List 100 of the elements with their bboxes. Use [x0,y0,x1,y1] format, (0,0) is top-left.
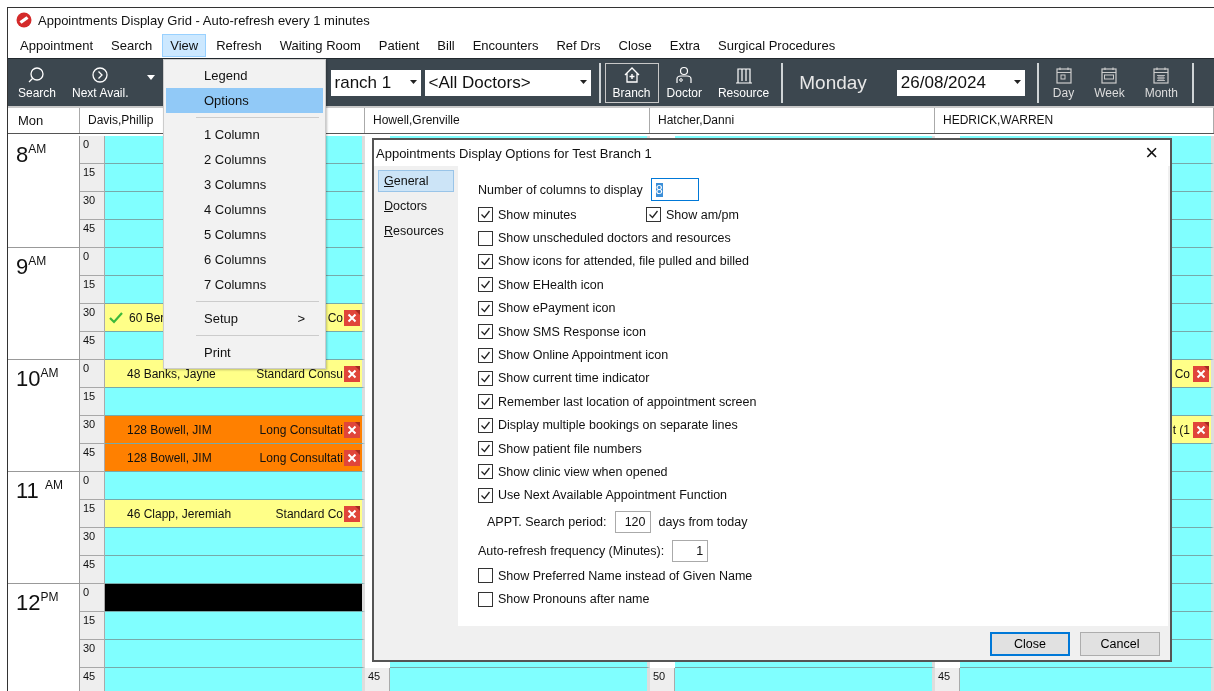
dialog-title: Appointments Display Options for Test Branch 1 [376,145,652,161]
menu-item[interactable]: Refresh [208,33,270,57]
minute-label: 0 [80,472,105,500]
minute-label: 45 [935,668,960,691]
menu-option[interactable]: Setup > [166,306,323,331]
minute-label: 15 [80,388,105,416]
appointment-slot[interactable]: 46 Clapp, Jeremiah Standard Co [105,500,365,528]
checkbox-label: Remember last location of appointment screen [498,394,757,409]
window-title: Appointments Display Grid - Auto-refresh every 1 minutes [38,12,370,28]
checkbox-label: Use Next Available Appointment Function [498,488,728,503]
appointment-type: Co [327,310,343,325]
patient-name: 60 Ber [129,310,165,325]
toolbar-button[interactable]: Branch [604,62,659,103]
menu-item[interactable]: Search [103,33,161,57]
checkbox-label: Show icons for attended, file pulled and billed [498,254,749,269]
menu-item[interactable]: Ref Drs [548,33,609,57]
minute-label: 0 [80,584,105,612]
checkbox-label: Show Pronouns after name [498,592,650,607]
dropdown[interactable]: ranch 1 [330,69,421,96]
minute-label: 15 [80,164,105,192]
column-header: Howell,Grenville [365,108,650,133]
dropdown[interactable]: <All Doctors> [424,69,591,96]
appointment-type: Standard Co [275,506,343,521]
column-header: HEDRICK,WARREN [935,108,1214,133]
field-label: Auto-refresh frequency (Minutes): [478,543,665,558]
menu-option[interactable]: 5 Columns [166,222,323,247]
checkbox-label: Show minutes [498,207,577,222]
number-field[interactable]: 1 [672,539,709,562]
nav-tab[interactable]: General [378,170,454,192]
patient-name: 128 Bowell, JIM [127,422,212,437]
field-label: APPT. Search period: [487,515,607,530]
checkbox-label: Show patient file numbers [498,441,642,456]
menu-option[interactable]: 6 Columns [166,247,323,272]
menu-item[interactable]: Patient [370,33,428,57]
toolbar-button[interactable]: Week [1084,62,1135,103]
menu-option[interactable]: 4 Columns [166,197,323,222]
checkbox-label: Show clinic view when opened [498,465,668,479]
field-label: Number of columns to display [478,182,643,197]
checkbox-label: Show Online Appointment icon [498,348,669,363]
checkbox-label: Show ePayment icon [498,301,616,316]
dialog-button[interactable]: Cancel [1080,632,1160,656]
dropdown[interactable]: 26/08/2024 [896,69,1025,96]
dialog-button[interactable]: Close [990,632,1070,656]
minute-label: 30 [80,416,105,444]
checkbox-label: Show EHealth icon [498,277,604,292]
menu-item[interactable]: Waiting Room [271,33,369,57]
appointment-slot[interactable]: 128 Bowell, JIM Long Consultati [105,444,365,472]
menu-item[interactable]: Surgical Procedures [710,33,844,57]
close-button[interactable]: × [1139,142,1164,164]
menu-option[interactable]: 2 Columns [166,147,323,172]
minute-label: 30 [80,528,105,556]
appointment-type: Standard Consu [256,366,343,381]
minute-label: 0 [80,136,105,164]
checkbox-label: Show current time indicator [498,371,650,386]
menu-item[interactable]: Appointment [12,33,101,57]
checkbox-label: Show Preferred Name instead of Given Name [498,568,753,583]
menu-option[interactable]: Options [166,88,323,113]
checkbox-label: Show SMS Response icon [498,324,646,339]
appointment-type: t (1 [1172,422,1190,437]
toolbar-button[interactable]: Doctor [658,62,710,103]
menu-item[interactable]: Extra [661,33,709,57]
menu-option[interactable]: 3 Columns [166,172,323,197]
toolbar-button[interactable]: Next Avail. [64,62,137,103]
column-header: Mon [8,108,80,133]
minute-label: 0 [80,360,105,388]
toolbar-button[interactable]: Search [10,62,65,103]
minute-label: 50 [650,668,675,691]
appointment-slot[interactable]: 128 Bowell, JIM Long Consultati [105,416,365,444]
minute-label: 45 [80,444,105,472]
field-label: days from today [658,515,748,530]
toolbar-button[interactable]: Month [1134,62,1189,103]
checkbox-label: Show unscheduled doctors and resources [498,231,731,246]
checkbox-label: Show am/pm [666,207,739,222]
patient-name: 48 Banks, Jayne [127,366,216,381]
menu-item[interactable]: Encounters [464,33,547,57]
minute-label: 45 [80,220,105,248]
minute-label: 45 [80,332,105,360]
minute-label: 45 [80,556,105,584]
number-field[interactable]: 120 [614,511,651,534]
toolbar-button[interactable]: Day [1042,62,1085,103]
menu-item[interactable]: Close [610,33,660,57]
minute-label: 45 [365,668,390,691]
minute-label: 45 [80,668,105,691]
minute-label: 30 [80,304,105,332]
patient-name: 46 Clapp, Jeremiah [127,506,232,521]
menu-item[interactable]: Bill [429,33,463,57]
minute-label: 15 [80,500,105,528]
day-label: Monday [799,71,867,94]
minute-label: 0 [80,248,105,276]
appointment-type: Co [1174,366,1190,381]
menu-item[interactable]: View [162,33,207,57]
minute-label: 15 [80,612,105,640]
minute-label: 30 [80,640,105,668]
nav-tab[interactable]: Resources [378,220,454,242]
nav-tab[interactable]: Doctors [378,195,454,217]
menu-option[interactable]: 7 Columns [166,272,323,297]
minute-label: 15 [80,276,105,304]
patient-name: 128 Bowell, JIM [127,450,212,465]
toolbar-button[interactable]: Resource [709,62,778,103]
menu-option[interactable]: Legend [166,63,323,88]
